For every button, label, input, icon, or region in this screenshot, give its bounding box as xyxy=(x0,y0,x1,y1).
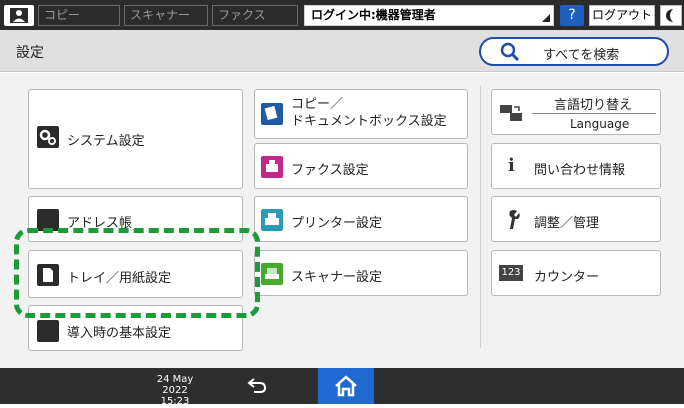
language-label-top: 言語切り替え xyxy=(554,98,633,113)
language-icon xyxy=(500,105,522,121)
adjust-manage-label: 調整／管理 xyxy=(534,216,600,231)
fax-settings-label: ファクス設定 xyxy=(291,163,369,178)
tab-fax[interactable]: ファクス xyxy=(212,5,298,26)
moon-icon xyxy=(666,9,673,22)
date-text: 24 May 2022 xyxy=(156,374,194,396)
language-switch-button[interactable]: 言語切り替え Language xyxy=(491,89,661,135)
printer-icon xyxy=(261,209,283,231)
gear-icon xyxy=(37,126,59,148)
user-button[interactable] xyxy=(4,5,34,26)
fax-icon xyxy=(261,156,283,178)
copy-docbox-settings-button[interactable]: コピー／ ドキュメントボックス設定 xyxy=(254,89,468,139)
scanner-settings-label: スキャナー設定 xyxy=(291,270,383,285)
inquiry-info-button[interactable]: i 問い合わせ情報 xyxy=(491,143,661,189)
page-title: 設定 xyxy=(16,45,44,61)
counter-icon: 123 xyxy=(499,265,523,281)
gear-icon xyxy=(37,320,59,342)
search-all-label: すべてを検索 xyxy=(543,48,620,63)
logout-button[interactable]: ログアウト xyxy=(589,5,655,26)
tab-copy[interactable]: コピー xyxy=(38,5,120,26)
info-icon: i xyxy=(508,155,515,176)
wrench-icon xyxy=(509,210,520,229)
home-icon xyxy=(335,375,357,397)
language-separator xyxy=(532,113,656,114)
login-status: ログイン中:機器管理者 xyxy=(304,5,554,26)
home-button[interactable] xyxy=(318,368,374,404)
inquiry-info-label: 問い合わせ情報 xyxy=(534,163,626,178)
search-all-button[interactable]: すべてを検索 xyxy=(479,37,669,66)
login-status-text: ログイン中:機器管理者 xyxy=(311,8,436,22)
system-settings-button[interactable]: システム設定 xyxy=(28,89,243,189)
tab-scanner[interactable]: スキャナー xyxy=(124,5,208,26)
copy-docbox-line1: コピー／ xyxy=(291,97,344,112)
counter-label: カウンター xyxy=(534,270,600,285)
help-button[interactable]: ? xyxy=(560,5,584,26)
scanner-icon xyxy=(261,263,283,285)
highlight-frame xyxy=(14,228,260,318)
back-arrow-icon xyxy=(247,378,267,393)
corner-indicator-icon xyxy=(542,14,550,22)
back-button[interactable] xyxy=(245,373,269,397)
language-label-bottom: Language xyxy=(570,117,630,131)
printer-settings-button[interactable]: プリンター設定 xyxy=(254,196,468,242)
scanner-settings-button[interactable]: スキャナー設定 xyxy=(254,250,468,296)
time-text: 15:23 xyxy=(160,396,190,407)
fax-settings-button[interactable]: ファクス設定 xyxy=(254,143,468,189)
initial-settings-label: 導入時の基本設定 xyxy=(67,326,172,341)
system-settings-label: システム設定 xyxy=(67,134,145,149)
copy-icon xyxy=(261,103,283,125)
user-icon xyxy=(10,8,28,23)
energy-saver-button[interactable] xyxy=(660,5,682,26)
column-divider xyxy=(480,86,481,348)
copy-docbox-line2: ドキュメントボックス設定 xyxy=(291,114,447,129)
counter-button[interactable]: 123 カウンター xyxy=(491,250,661,296)
date-time: 24 May 2022 15:23 xyxy=(150,374,200,407)
printer-settings-label: プリンター設定 xyxy=(291,216,383,231)
search-icon xyxy=(500,42,520,62)
adjust-manage-button[interactable]: 調整／管理 xyxy=(491,196,661,242)
